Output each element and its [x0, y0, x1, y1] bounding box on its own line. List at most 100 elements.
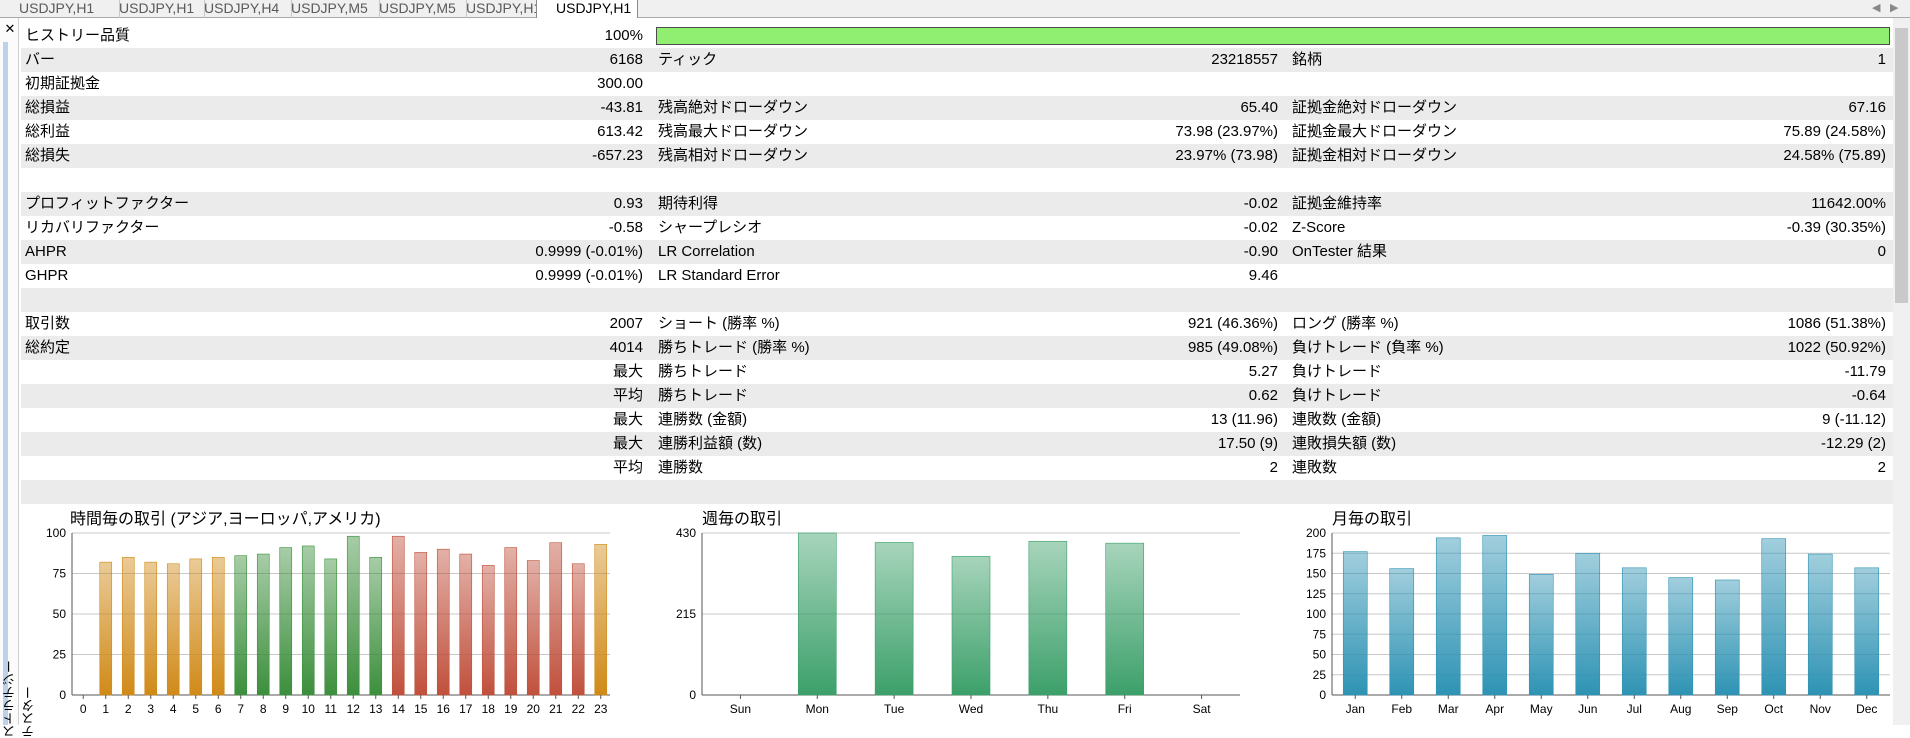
- report-label: 証拠金維持率: [1292, 195, 1383, 212]
- vertical-scrollbar[interactable]: [1893, 18, 1910, 725]
- report-value: 0.62: [1248, 387, 1278, 404]
- report-value: 0.9999 (-0.01%): [535, 243, 643, 260]
- bar-Feb: [1389, 568, 1415, 696]
- bar-16: [436, 548, 450, 696]
- bar-18: [481, 565, 495, 696]
- x-tick-label: 18: [482, 702, 496, 716]
- side-panel-label: ストラテジーテスター: [2, 660, 36, 738]
- bar-23: [594, 544, 608, 696]
- x-tick-label: 20: [527, 702, 541, 716]
- x-tick-label: Jun: [1578, 702, 1597, 716]
- report-value: 2: [1877, 459, 1886, 476]
- bar-11: [324, 558, 338, 696]
- report-row: 平均 勝ちトレード 0.62 負けトレード -0.64: [21, 384, 1893, 408]
- bar-Nov: [1807, 553, 1833, 696]
- report-value: 2007: [609, 315, 643, 332]
- weekly-trades-chart: 週毎の取引 0 215 430 Sun Mon Tue Wed Thu Fri Sat: [650, 505, 1240, 725]
- report-value: 1: [1877, 51, 1886, 68]
- report-row: 取引数 2007 ショート (勝率 %) 921 (46.36%) ロング (勝率 %)…: [21, 312, 1893, 336]
- bar-Wed: [951, 556, 991, 696]
- x-tick-label: 11: [325, 702, 338, 716]
- report-row: 平均 連勝数 2 連敗数 2: [21, 456, 1893, 480]
- bar-Jun: [1575, 552, 1601, 696]
- report-label: ロング (勝率 %): [1292, 315, 1399, 332]
- report-label: 連敗損失額 (数): [1292, 435, 1397, 452]
- report-label: LR Correlation: [658, 243, 755, 260]
- report-label: 負けトレード: [1292, 363, 1383, 380]
- report-row: 総損益 -43.81 残高絶対ドローダウン 65.40 証拠金絶対ドローダウン 67.16: [21, 96, 1893, 120]
- report-value: 613.42: [597, 123, 643, 140]
- report-value: 100%: [604, 27, 643, 44]
- bar-Oct: [1761, 538, 1787, 696]
- report-row: [21, 168, 1893, 192]
- x-tick-label: 5: [192, 702, 199, 716]
- report-value: -0.02: [1243, 219, 1278, 236]
- x-tick-label: Sun: [730, 702, 751, 716]
- bar-17: [459, 553, 473, 696]
- report-value: 65.40: [1240, 99, 1278, 116]
- x-tick-label: 12: [347, 702, 361, 716]
- tab-scroll-left-icon[interactable]: ◀: [1872, 0, 1880, 16]
- report-row: 総損失 -657.23 残高相対ドローダウン 23.97% (73.98) 証拠金相対ド…: [21, 144, 1893, 168]
- y-tick-label: 125: [1306, 587, 1326, 601]
- report-label: ティック: [658, 51, 718, 68]
- report-value: 6168: [609, 51, 643, 68]
- report-row: プロフィットファクター 0.93 期待利得 -0.02 証拠金維持率 11642.00%: [21, 192, 1893, 216]
- y-tick-label: 100: [46, 526, 66, 540]
- bar-5: [189, 558, 203, 696]
- report-value: -0.39 (30.35%): [1786, 219, 1886, 236]
- bar-20: [526, 560, 540, 696]
- report-value: -0.02: [1243, 195, 1278, 212]
- report-value: 9 (-11.12): [1822, 411, 1886, 428]
- report-value: 300.00: [597, 75, 643, 92]
- chart-svg: 0 215 430 Sun Mon Tue Wed Thu Fri Sat: [676, 526, 1240, 716]
- tab-scroll-right-icon[interactable]: ▶: [1890, 0, 1898, 16]
- x-tick-label: Nov: [1810, 702, 1831, 716]
- close-icon[interactable]: ✕: [3, 22, 17, 36]
- chart-svg: 0 25 50 75 100 125 150 175 200 Jan Feb Mar Apr May Jun…: [1306, 526, 1890, 716]
- x-tick-label: Thu: [1038, 702, 1059, 716]
- bar-Dec: [1854, 567, 1880, 696]
- report-value: 平均: [612, 459, 643, 476]
- report-label: 勝ちトレード: [658, 363, 749, 380]
- scrollbar-thumb[interactable]: [1895, 28, 1908, 303]
- report-value: 11642.00%: [1811, 195, 1886, 212]
- report-label: 勝ちトレード (勝率 %): [658, 339, 810, 356]
- report-label: 証拠金相対ドローダウン: [1292, 147, 1458, 164]
- bar-10: [301, 545, 315, 696]
- report-value: 24.58% (75.89): [1783, 147, 1886, 164]
- x-tick-label: Aug: [1670, 702, 1691, 716]
- bar-Fri: [1105, 542, 1145, 696]
- x-tick-label: 0: [80, 702, 87, 716]
- report-value: 13 (11.96): [1210, 411, 1278, 428]
- bar-15: [414, 552, 428, 696]
- x-tick-label: 7: [237, 702, 244, 716]
- y-tick-label: 25: [1313, 668, 1327, 682]
- report-label: リカバリファクター: [25, 219, 160, 236]
- x-tick-label: Mon: [806, 702, 829, 716]
- report-label: 残高絶対ドローダウン: [658, 99, 809, 116]
- report-value: 1022 (50.92%): [1787, 339, 1886, 356]
- report-label: 連勝利益額 (数): [658, 435, 763, 452]
- x-tick-label: 13: [369, 702, 383, 716]
- report-label: 連勝数 (金額): [658, 411, 748, 428]
- report-value: 921 (46.36%): [1187, 315, 1278, 332]
- y-tick-label: 0: [689, 688, 696, 702]
- tab-6[interactable]: USDJPY,H1: [536, 0, 638, 18]
- report-value: 1086 (51.38%): [1787, 315, 1886, 332]
- bar-Thu: [1028, 540, 1068, 696]
- report-label: 総損失: [25, 147, 71, 164]
- x-tick-label: Oct: [1764, 702, 1783, 716]
- report-value: 最大: [612, 363, 643, 380]
- report-value: 0.9999 (-0.01%): [535, 267, 643, 284]
- report-label: Z-Score: [1292, 219, 1346, 236]
- report-row: 最大 勝ちトレード 5.27 負けトレード -11.79: [21, 360, 1893, 384]
- x-tick-label: 14: [392, 702, 406, 716]
- report-row: 最大 連勝数 (金額) 13 (11.96) 連敗数 (金額) 9 (-11.12): [21, 408, 1893, 432]
- report-value: -12.29 (2): [1820, 435, 1886, 452]
- report-value: 23.97% (73.98): [1175, 147, 1278, 164]
- bar-13: [369, 556, 383, 696]
- history-quality-bar: [656, 27, 1890, 45]
- y-tick-label: 215: [676, 607, 696, 621]
- bar-14: [391, 535, 405, 696]
